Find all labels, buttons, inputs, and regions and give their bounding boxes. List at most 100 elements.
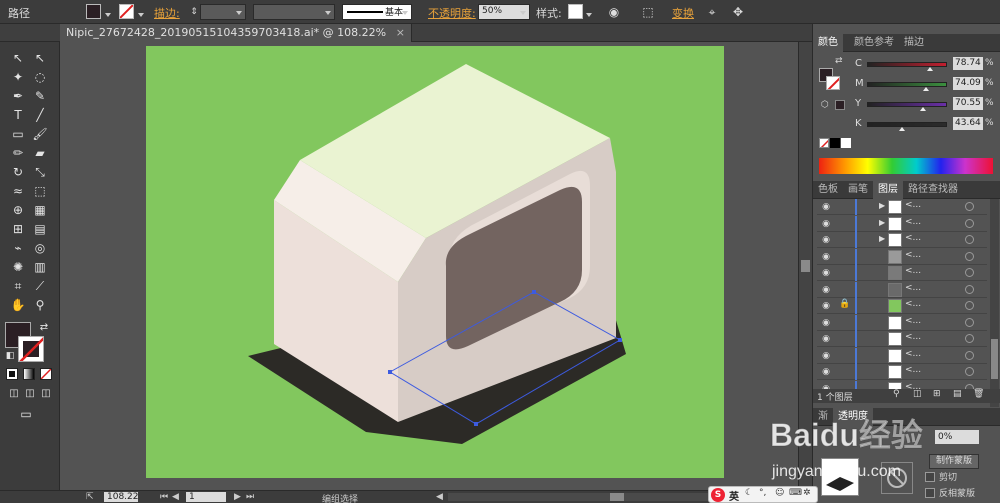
channel-slider[interactable] [867, 62, 947, 67]
layer-row[interactable]: ◉ <... [817, 347, 987, 364]
layer-name[interactable]: <... [905, 250, 921, 260]
channel-value-input[interactable]: 70.55 [953, 97, 983, 110]
eraser-tool-icon[interactable]: ▰ [32, 145, 48, 161]
stroke-swatch[interactable] [119, 4, 134, 19]
direct-selection-tool-icon[interactable]: ↖ [32, 50, 48, 66]
layer-row[interactable]: ◉ ▶ <... [817, 215, 987, 232]
target-circle-icon[interactable] [965, 350, 974, 360]
target-circle-icon[interactable] [965, 301, 974, 310]
white-swatch[interactable] [841, 138, 851, 148]
channel-slider[interactable] [867, 102, 947, 107]
layer-name[interactable]: <... [905, 332, 921, 342]
fill-dropdown[interactable] [102, 7, 114, 17]
target-circle-icon[interactable] [965, 334, 974, 343]
rotate-tool-icon[interactable]: ↻ [10, 164, 26, 180]
visibility-eye-icon[interactable]: ◉ [820, 300, 832, 312]
free-transform-tool-icon[interactable]: ⬚ [32, 183, 48, 199]
layer-name[interactable]: <... [905, 316, 921, 326]
color-mode-button[interactable] [6, 368, 18, 380]
fill-swatch[interactable] [86, 4, 101, 19]
lasso-tool-icon[interactable]: ◌ [32, 69, 48, 85]
artboard-tool-icon[interactable]: ⌗ [10, 278, 26, 294]
layer-row[interactable]: ◉ <... [817, 364, 987, 380]
stroke-dropdown[interactable] [135, 7, 147, 17]
align-icon[interactable]: ⬚ [640, 4, 656, 20]
expand-arrow-icon[interactable]: ▶ [879, 218, 885, 227]
new-sublayer-icon[interactable]: ⊞ [933, 389, 941, 399]
none-mode-button[interactable] [40, 368, 52, 380]
expand-arrow-icon[interactable]: ▶ [879, 234, 885, 243]
opacity-label[interactable]: 不透明度: [428, 5, 476, 21]
slice-tool-icon[interactable]: ⟋ [32, 278, 48, 294]
target-circle-icon[interactable] [965, 202, 974, 211]
artboard[interactable] [146, 46, 724, 478]
tab-color-guide[interactable]: 颜色参考 [849, 34, 899, 52]
stroke-color-box[interactable] [18, 336, 44, 362]
default-colors-icon[interactable]: ◧ [2, 348, 18, 364]
channel-slider[interactable] [867, 122, 947, 127]
symbol-sprayer-tool-icon[interactable]: ✺ [10, 259, 26, 275]
layer-row[interactable]: ◉ <... [817, 314, 987, 331]
layer-name[interactable]: <... [905, 266, 921, 276]
target-circle-icon[interactable] [965, 268, 974, 277]
panel-swap-icon[interactable]: ⇄ [835, 56, 843, 66]
tab-stroke[interactable]: 描边 [899, 34, 929, 52]
zoom-tool-icon[interactable]: ⚲ [32, 297, 48, 313]
layers-scrollbar[interactable] [990, 199, 999, 407]
stroke-weight-input[interactable] [200, 4, 246, 20]
last-page-icon[interactable]: ⏭ [246, 492, 254, 502]
visibility-eye-icon[interactable]: ◉ [820, 267, 832, 279]
target-circle-icon[interactable] [965, 367, 974, 376]
pencil-tool-icon[interactable]: ✏ [10, 145, 26, 161]
screen-mode-icon[interactable]: ▭ [18, 406, 34, 422]
mesh-tool-icon[interactable]: ⊞ [10, 221, 26, 237]
gradient-mode-button[interactable] [23, 368, 35, 380]
channel-value-input[interactable]: 43.64 [953, 117, 983, 130]
slider-handle[interactable] [926, 67, 933, 71]
scroll-left-icon[interactable]: ◀ [436, 492, 443, 502]
curvature-tool-icon[interactable]: ✎ [32, 88, 48, 104]
shape-builder-tool-icon[interactable]: ⊕ [10, 202, 26, 218]
horizontal-scroll-thumb[interactable] [610, 493, 624, 501]
expand-arrow-icon[interactable]: ▶ [879, 201, 885, 210]
slider-handle[interactable] [920, 107, 927, 111]
moon-icon[interactable]: ☾ [745, 488, 753, 498]
punctuation-icon[interactable]: °, [759, 488, 766, 498]
layer-row[interactable]: ◉ 🔒 <... [817, 298, 987, 314]
opacity-input[interactable]: 50% [478, 4, 530, 20]
layer-row[interactable]: ◉ <... [817, 248, 987, 265]
target-circle-icon[interactable] [965, 251, 974, 261]
layer-name[interactable]: <... [905, 217, 921, 227]
magic-wand-tool-icon[interactable]: ✦ [10, 69, 26, 85]
tools-icon[interactable]: ✲ [803, 488, 811, 498]
layer-name[interactable]: <... [905, 299, 921, 309]
channel-value-input[interactable]: 78.74 [953, 57, 983, 70]
brush-definition-dropdown[interactable]: 基本 [342, 4, 412, 20]
layer-name[interactable]: <... [905, 200, 921, 210]
draw-behind-icon[interactable]: ◫ [22, 386, 38, 402]
tab-brushes[interactable]: 画笔 [843, 181, 873, 199]
eyedropper-tool-icon[interactable]: ⌁ [10, 240, 26, 256]
lock-icon[interactable]: 🔒 [839, 299, 850, 309]
layers-scroll-thumb[interactable] [991, 339, 998, 379]
target-circle-icon[interactable] [965, 218, 974, 228]
none-swatch[interactable] [819, 138, 829, 148]
slider-handle[interactable] [898, 127, 905, 131]
paintbrush-tool-icon[interactable]: 🖌 [32, 126, 48, 142]
layer-row[interactable]: ◉ ▶ <... [817, 199, 987, 215]
style-dropdown[interactable] [583, 7, 595, 17]
stroke-label[interactable]: 描边: [154, 5, 180, 21]
slider-handle[interactable] [923, 87, 930, 91]
layer-name[interactable]: <... [905, 283, 921, 293]
visibility-eye-icon[interactable]: ◉ [820, 251, 832, 263]
smile-icon[interactable]: ☺ [775, 488, 784, 498]
tab-pathfinder[interactable]: 路径查找器 [903, 181, 963, 199]
tab-swatches[interactable]: 色板 [813, 181, 843, 199]
layer-name[interactable]: <... [905, 365, 921, 375]
out-of-gamut-icon[interactable]: ⬡ [821, 100, 829, 110]
target-circle-icon[interactable] [965, 284, 974, 294]
variable-width-profile-dropdown[interactable] [253, 4, 335, 20]
layer-name[interactable]: <... [905, 233, 921, 243]
transform-link[interactable]: 变换 [672, 5, 694, 21]
blend-tool-icon[interactable]: ◎ [32, 240, 48, 256]
